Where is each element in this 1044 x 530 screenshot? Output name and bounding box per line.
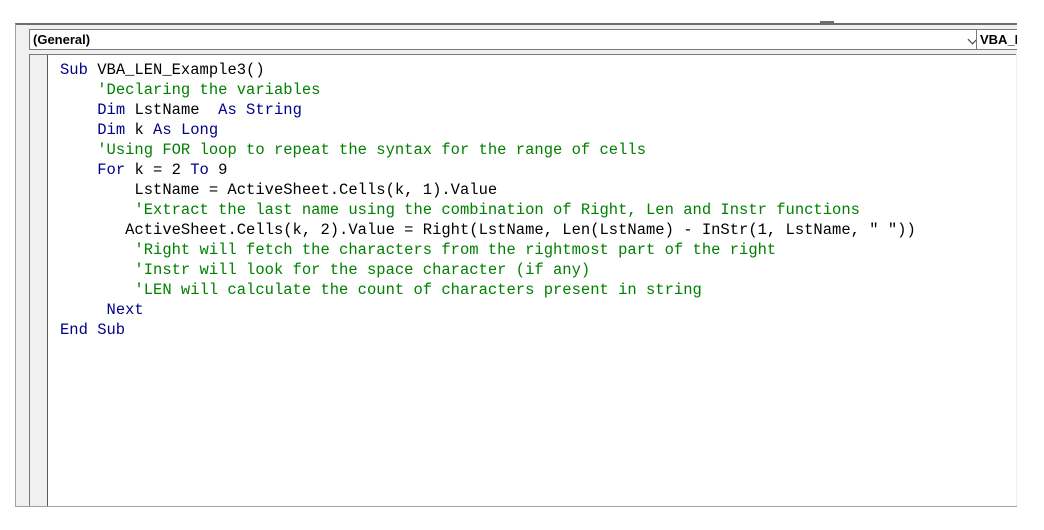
- code-line[interactable]: 'Right will fetch the characters from th…: [60, 240, 916, 260]
- code-token: LstName = ActiveSheet.Cells(k, 1).Value: [134, 181, 498, 199]
- code-comment: 'Declaring the variables: [97, 81, 321, 99]
- code-line[interactable]: Next: [60, 300, 916, 320]
- code-keyword: Dim: [97, 121, 135, 139]
- code-line[interactable]: 'Declaring the variables: [60, 80, 916, 100]
- code-keyword: Sub: [60, 61, 98, 79]
- code-comment: 'LEN will calculate the count of charact…: [134, 281, 702, 299]
- code-line[interactable]: Dim k As Long: [60, 120, 916, 140]
- code-keyword: Next: [106, 301, 144, 319]
- code-line[interactable]: 'Using FOR loop to repeat the syntax for…: [60, 140, 916, 160]
- code-line[interactable]: 'Extract the last name using the combina…: [60, 200, 916, 220]
- code-keyword: As String: [218, 101, 302, 119]
- procedure-dropdown-value: VBA_I: [980, 32, 1017, 47]
- code-comment: 'Right will fetch the characters from th…: [134, 241, 777, 259]
- margin-indicator-bar[interactable]: [30, 55, 48, 506]
- code-line[interactable]: ActiveSheet.Cells(k, 2).Value = Right(Ls…: [60, 220, 916, 240]
- code-editor[interactable]: Sub VBA_LEN_Example3() 'Declaring the va…: [29, 54, 1016, 506]
- code-comment: 'Instr will look for the space character…: [134, 261, 591, 279]
- code-token: 9: [218, 161, 228, 179]
- code-keyword: As Long: [153, 121, 219, 139]
- code-token: VBA_LEN_Example3(): [97, 61, 265, 79]
- code-line[interactable]: End Sub: [60, 320, 916, 340]
- code-token: LstName: [134, 101, 219, 119]
- code-window: (General) VBA_I Sub VBA_LEN_Example3() '…: [15, 23, 1017, 507]
- code-line[interactable]: 'Instr will look for the space character…: [60, 260, 916, 280]
- code-token: k: [134, 121, 154, 139]
- code-line[interactable]: 'LEN will calculate the count of charact…: [60, 280, 916, 300]
- code-token: k = 2: [134, 161, 191, 179]
- code-keyword: To: [190, 161, 219, 179]
- code-line[interactable]: LstName = ActiveSheet.Cells(k, 1).Value: [60, 180, 916, 200]
- code-token: ActiveSheet.Cells(k, 2).Value = Right(Ls…: [125, 221, 916, 239]
- object-dropdown[interactable]: (General): [29, 29, 983, 50]
- code-text[interactable]: Sub VBA_LEN_Example3() 'Declaring the va…: [60, 60, 916, 340]
- code-line[interactable]: Sub VBA_LEN_Example3(): [60, 60, 916, 80]
- code-line[interactable]: For k = 2 To 9: [60, 160, 916, 180]
- procedure-dropdown[interactable]: VBA_I: [976, 29, 1017, 50]
- code-keyword: End Sub: [60, 321, 126, 339]
- object-dropdown-value: (General): [33, 32, 91, 47]
- code-comment: 'Using FOR loop to repeat the syntax for…: [97, 141, 647, 159]
- code-comment: 'Extract the last name using the combina…: [134, 201, 860, 219]
- code-keyword: Dim: [97, 101, 135, 119]
- code-line[interactable]: Dim LstName As String: [60, 100, 916, 120]
- code-keyword: For: [97, 161, 135, 179]
